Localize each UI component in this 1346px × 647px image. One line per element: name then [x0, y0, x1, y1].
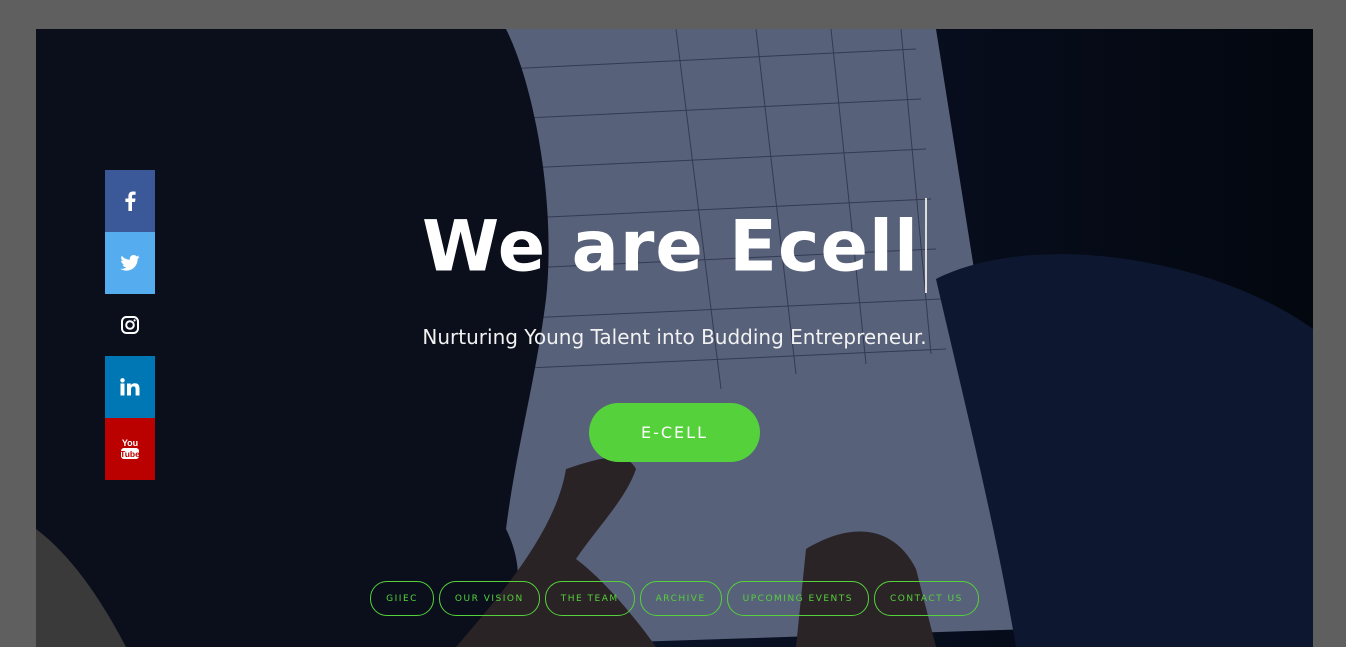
nav-item-giiec[interactable]: GIIEC: [370, 581, 434, 616]
hero-section: You Tube We are Ecell Nurturing Young Ta…: [36, 29, 1313, 647]
nav-item-the-team[interactable]: THE TEAM: [544, 581, 635, 616]
svg-text:Tube: Tube: [120, 449, 140, 459]
nav-item-archive[interactable]: ARCHIVE: [639, 581, 722, 616]
hero-subtitle: Nurturing Young Talent into Budding Entr…: [422, 325, 927, 349]
nav-item-contact-us[interactable]: CONTACT US: [873, 581, 979, 616]
youtube-link[interactable]: You Tube: [105, 418, 155, 480]
youtube-icon: You Tube: [120, 438, 140, 459]
nav-item-upcoming-events[interactable]: UPCOMING EVENTS: [726, 581, 869, 616]
linkedin-link[interactable]: [105, 356, 155, 418]
section-nav: GIIEC OUR VISION THE TEAM ARCHIVE UPCOMI…: [36, 581, 1313, 616]
ecell-button[interactable]: E-CELL: [589, 403, 760, 462]
hero-title: We are Ecell: [36, 198, 1313, 299]
linkedin-icon: [120, 378, 140, 396]
nav-item-our-vision[interactable]: OUR VISION: [438, 581, 540, 616]
hero-title-text: We are Ecell: [422, 205, 919, 288]
svg-text:You: You: [122, 438, 138, 448]
typing-cursor: [924, 198, 927, 293]
